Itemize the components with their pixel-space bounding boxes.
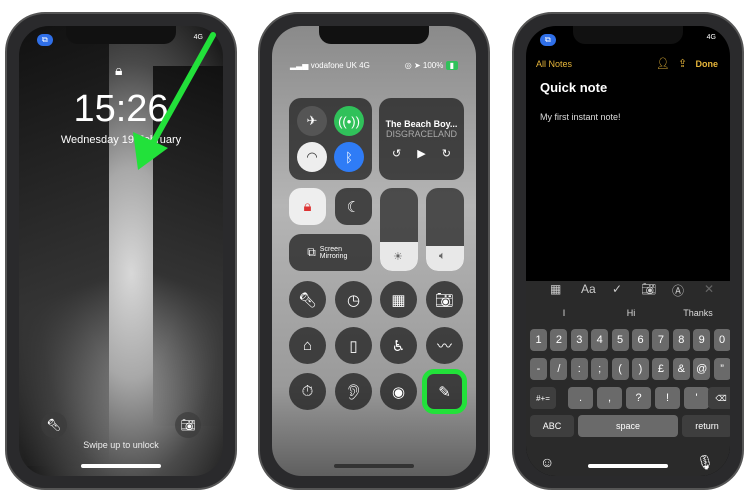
music-artist: DISGRACELAND xyxy=(385,128,457,139)
key[interactable]: , xyxy=(597,387,622,409)
phone-control-center: ▂▃▅ vodafone UK 4G ◎ ➤ 100% ▮ ✈ ((•)) ◠ … xyxy=(258,12,490,490)
screen-mirroring-label: Screen Mirroring xyxy=(319,245,348,260)
skip-back-icon[interactable]: ↺ xyxy=(392,147,401,160)
markup-icon[interactable]: Ⓐ xyxy=(672,282,684,299)
timer-button[interactable]: ◷ xyxy=(335,281,372,318)
key[interactable]: 9 xyxy=(693,329,711,351)
phone-quick-note: ⧉ 4G All Notes 👤︎ ⇪ Done Quick note My f… xyxy=(512,12,744,490)
orientation-lock-toggle[interactable]: 🔒︎ xyxy=(289,188,326,225)
music-title: The Beach Boy... xyxy=(385,118,458,129)
key[interactable]: & xyxy=(672,358,690,380)
home-indicator[interactable] xyxy=(334,464,414,468)
symbols-key[interactable]: #+= xyxy=(530,387,556,409)
key[interactable]: ) xyxy=(632,358,649,380)
key[interactable]: @ xyxy=(693,358,711,380)
table-icon[interactable]: ▦ xyxy=(550,282,561,296)
battery-label: ◎ ➤ 100% ▮ xyxy=(405,61,458,70)
screen-mirroring-button[interactable]: ⧉ Screen Mirroring xyxy=(289,234,372,271)
battery-icon: ▮ xyxy=(445,61,458,70)
camera-button[interactable]: 📷︎ xyxy=(175,412,201,438)
close-icon[interactable]: ✕ xyxy=(704,282,714,296)
key[interactable]: - xyxy=(530,358,547,380)
stopwatch-button[interactable]: ⏱︎ xyxy=(289,373,326,410)
home-indicator[interactable] xyxy=(81,464,161,468)
key[interactable]: : xyxy=(570,358,588,380)
camera-button[interactable]: 📷︎ xyxy=(426,281,463,318)
screen-share-pill[interactable]: ⧉ xyxy=(540,34,556,46)
share-person-icon[interactable]: 👤︎ xyxy=(656,57,670,70)
status-network: 4G xyxy=(706,34,716,41)
airplane-mode-toggle[interactable]: ✈ xyxy=(297,106,327,136)
key[interactable]: 8 xyxy=(672,329,690,351)
notch xyxy=(319,26,429,44)
format-icon[interactable]: Aa xyxy=(581,282,596,296)
key[interactable]: 0 xyxy=(713,329,730,351)
note-body[interactable]: My first instant note! xyxy=(540,112,621,122)
all-notes-button[interactable]: All Notes xyxy=(536,59,572,69)
key[interactable]: ( xyxy=(611,358,629,380)
share-icon[interactable]: ⇪ xyxy=(678,57,687,70)
camera-icon[interactable]: 📷︎ xyxy=(641,282,656,296)
key[interactable]: ' xyxy=(684,387,709,409)
microphone-icon[interactable]: 🎙︎ xyxy=(696,454,714,471)
key[interactable]: . xyxy=(568,387,593,409)
cellular-data-toggle[interactable]: ((•)) xyxy=(334,106,364,136)
flashlight-button[interactable]: 🔦︎ xyxy=(289,281,326,318)
wifi-toggle[interactable]: ◠ xyxy=(297,142,327,172)
flashlight-button[interactable]: 🔦︎ xyxy=(41,412,67,438)
key[interactable]: 7 xyxy=(652,329,670,351)
calculator-button[interactable]: ▦ xyxy=(380,281,417,318)
key[interactable]: 5 xyxy=(611,329,629,351)
music-panel[interactable]: The Beach Boy... DISGRACELAND ↺ ▶ ↻ xyxy=(379,98,464,180)
hearing-button[interactable]: 👂︎ xyxy=(335,373,372,410)
play-icon[interactable]: ▶ xyxy=(417,147,425,160)
swipe-hint: Swipe up to unlock xyxy=(83,440,159,450)
do-not-disturb-toggle[interactable]: ☾ xyxy=(335,188,372,225)
key[interactable]: £ xyxy=(652,358,670,380)
done-button[interactable]: Done xyxy=(696,59,719,69)
suggestion[interactable]: Hi xyxy=(601,308,661,318)
skip-forward-icon[interactable]: ↻ xyxy=(442,147,451,160)
brightness-icon: ☀ xyxy=(393,251,403,263)
emoji-icon[interactable]: ☺ xyxy=(540,454,554,470)
carrier-label: ▂▃▅ vodafone UK 4G xyxy=(290,61,370,70)
carrier-text: vodafone UK 4G xyxy=(310,61,370,70)
home-indicator[interactable] xyxy=(588,464,668,468)
connectivity-panel: ✈ ((•)) ◠ ᛒ xyxy=(289,98,372,180)
key[interactable]: ; xyxy=(591,358,609,380)
key[interactable]: 2 xyxy=(550,329,568,351)
key[interactable]: ” xyxy=(713,358,730,380)
key[interactable]: ! xyxy=(655,387,680,409)
notes-screen: ⧉ 4G All Notes 👤︎ ⇪ Done Quick note My f… xyxy=(526,26,730,476)
control-center: ▂▃▅ vodafone UK 4G ◎ ➤ 100% ▮ ✈ ((•)) ◠ … xyxy=(272,26,476,476)
remote-button[interactable]: ▯ xyxy=(335,327,372,364)
note-title[interactable]: Quick note xyxy=(540,80,607,95)
screen-record-button[interactable]: ◉ xyxy=(380,373,417,410)
key[interactable]: ? xyxy=(626,387,651,409)
notch xyxy=(573,26,683,44)
key[interactable]: / xyxy=(550,358,568,380)
notch xyxy=(66,26,176,44)
quick-note-button[interactable]: ✎ xyxy=(422,369,467,414)
key[interactable]: 6 xyxy=(632,329,649,351)
volume-slider[interactable]: 🔈︎ xyxy=(426,188,464,271)
key[interactable]: 3 xyxy=(570,329,588,351)
delete-key[interactable]: ⌫ xyxy=(708,387,730,409)
suggestion[interactable]: Thanks xyxy=(668,308,728,318)
key[interactable]: 1 xyxy=(530,329,547,351)
abc-key[interactable]: ABC xyxy=(530,415,574,437)
battery-text: 100% xyxy=(422,61,444,70)
space-key[interactable]: space xyxy=(578,415,678,437)
suggestion[interactable]: I xyxy=(534,308,594,318)
return-key[interactable]: return xyxy=(682,415,730,437)
checklist-icon[interactable]: ✓ xyxy=(612,282,622,296)
home-button[interactable]: ⌂ xyxy=(289,327,326,364)
volume-icon: 🔈︎ xyxy=(439,250,446,262)
voice-memos-button[interactable]: 〰 xyxy=(426,327,463,364)
key[interactable]: 4 xyxy=(591,329,609,351)
mirroring-icon: ⧉ xyxy=(307,245,316,259)
bluetooth-toggle[interactable]: ᛒ xyxy=(334,142,364,172)
brightness-slider[interactable]: ☀ xyxy=(380,188,418,271)
accessibility-button[interactable]: ♿︎ xyxy=(380,327,417,364)
